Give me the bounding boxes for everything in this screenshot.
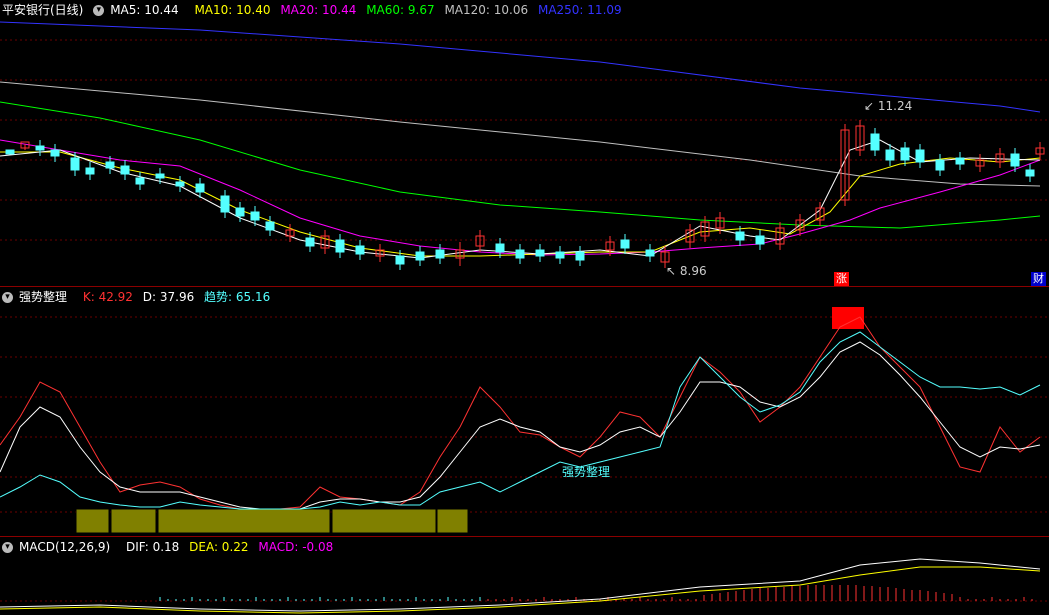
d-line bbox=[0, 341, 1041, 510]
candle-body bbox=[195, 183, 205, 193]
candle-body bbox=[120, 165, 130, 175]
candle-body bbox=[755, 235, 765, 245]
indicator-pane[interactable]: ▾ 强势整理 K: 42.92 D: 37.96 趋势: 65.16 强势整理 bbox=[0, 286, 1049, 537]
dif-label: DIF: 0.18 bbox=[125, 540, 180, 554]
candle-body bbox=[175, 181, 185, 187]
candle-body bbox=[335, 239, 345, 253]
candle-body bbox=[50, 149, 60, 157]
dropdown-icon[interactable]: ▾ bbox=[93, 5, 105, 16]
ma250-label: MA250: 11.09 bbox=[537, 3, 622, 17]
candle-body bbox=[555, 251, 565, 259]
candle-body bbox=[885, 149, 895, 161]
candle-body bbox=[735, 231, 745, 241]
price-header: 平安银行(日线) ▾ MA5: 10.44 MA10: 10.40 MA20: 1… bbox=[2, 2, 628, 18]
candle-body bbox=[515, 249, 525, 259]
candle-body bbox=[265, 221, 275, 231]
candle-body bbox=[105, 161, 115, 169]
candle-body bbox=[870, 133, 880, 151]
candle-body bbox=[305, 237, 315, 247]
candle-body bbox=[935, 159, 945, 171]
ma20-label: MA20: 10.44 bbox=[280, 3, 357, 17]
macd-pane[interactable]: ▾ MACD(12,26,9) DIF: 0.18 DEA: 0.22 MACD:… bbox=[0, 536, 1049, 615]
candle-body bbox=[645, 249, 655, 257]
indicator-chart[interactable] bbox=[0, 287, 1049, 537]
candle-body bbox=[5, 149, 15, 155]
dropdown-icon[interactable]: ▾ bbox=[2, 292, 13, 303]
signal-band bbox=[331, 508, 437, 534]
candle-body bbox=[535, 249, 545, 257]
dea-line bbox=[0, 566, 1041, 614]
signal-marker bbox=[832, 307, 864, 329]
signal-band bbox=[157, 508, 331, 534]
price-pane[interactable]: 平安银行(日线) ▾ MA5: 10.44 MA10: 10.40 MA20: 1… bbox=[0, 0, 1049, 286]
ma60-label: MA60: 9.67 bbox=[366, 3, 435, 17]
candle-body bbox=[915, 149, 925, 163]
chart-annotation: 强势整理 bbox=[562, 465, 611, 479]
candle-body bbox=[35, 145, 45, 151]
ma120-label: MA120: 10.06 bbox=[444, 3, 529, 17]
stock-name[interactable]: 平安银行(日线) bbox=[2, 3, 83, 17]
macd-value-label: MACD: -0.08 bbox=[258, 540, 334, 554]
dropdown-icon[interactable]: ▾ bbox=[2, 542, 13, 553]
ma120-line bbox=[0, 81, 1041, 187]
ma20-line bbox=[0, 139, 1041, 256]
d-label: D: 37.96 bbox=[142, 290, 195, 304]
candle-body bbox=[235, 207, 245, 217]
ma10-label: MA10: 10.40 bbox=[194, 3, 271, 17]
dea-label: DEA: 0.22 bbox=[189, 540, 249, 554]
candle-body bbox=[575, 251, 585, 261]
candle-body bbox=[900, 147, 910, 161]
macd-name[interactable]: ▾ MACD(12,26,9) bbox=[2, 540, 116, 554]
indicator-header: ▾ 强势整理 K: 42.92 D: 37.96 趋势: 65.16 bbox=[2, 289, 276, 305]
candle-body bbox=[1010, 153, 1020, 167]
candle-body bbox=[85, 167, 95, 175]
finance-event-marker[interactable]: 财 bbox=[1031, 272, 1046, 286]
trend-label: 趋势: 65.16 bbox=[204, 290, 271, 304]
limit-up-marker[interactable]: 涨 bbox=[834, 272, 849, 286]
k-line bbox=[0, 316, 1041, 510]
ma60-line bbox=[0, 101, 1041, 229]
candle-body bbox=[955, 157, 965, 165]
k-label: K: 42.92 bbox=[82, 290, 133, 304]
candle-body bbox=[135, 177, 145, 185]
candle-body bbox=[415, 251, 425, 261]
candle-body bbox=[395, 255, 405, 265]
candle-body bbox=[155, 173, 165, 179]
signal-band bbox=[75, 508, 110, 534]
candle-body bbox=[220, 195, 230, 213]
candle-body bbox=[355, 245, 365, 255]
high-price-label: ↙ 11.24 bbox=[864, 99, 913, 113]
price-chart[interactable] bbox=[0, 0, 1049, 286]
signal-band bbox=[436, 508, 469, 534]
signal-band bbox=[110, 508, 157, 534]
low-price-label: ↖ 8.96 bbox=[666, 264, 707, 278]
candle-body bbox=[495, 243, 505, 253]
macd-header: ▾ MACD(12,26,9) DIF: 0.18 DEA: 0.22 MACD:… bbox=[2, 539, 339, 555]
dif-line bbox=[0, 558, 1041, 612]
candle-body bbox=[1025, 169, 1035, 177]
indicator-name[interactable]: ▾ 强势整理 bbox=[2, 290, 73, 304]
candle-body bbox=[620, 239, 630, 249]
candle-body bbox=[250, 211, 260, 221]
candle-body bbox=[435, 249, 445, 259]
candle-body bbox=[70, 157, 80, 171]
ma5-label: ▾ MA5: 10.44 bbox=[93, 3, 184, 17]
